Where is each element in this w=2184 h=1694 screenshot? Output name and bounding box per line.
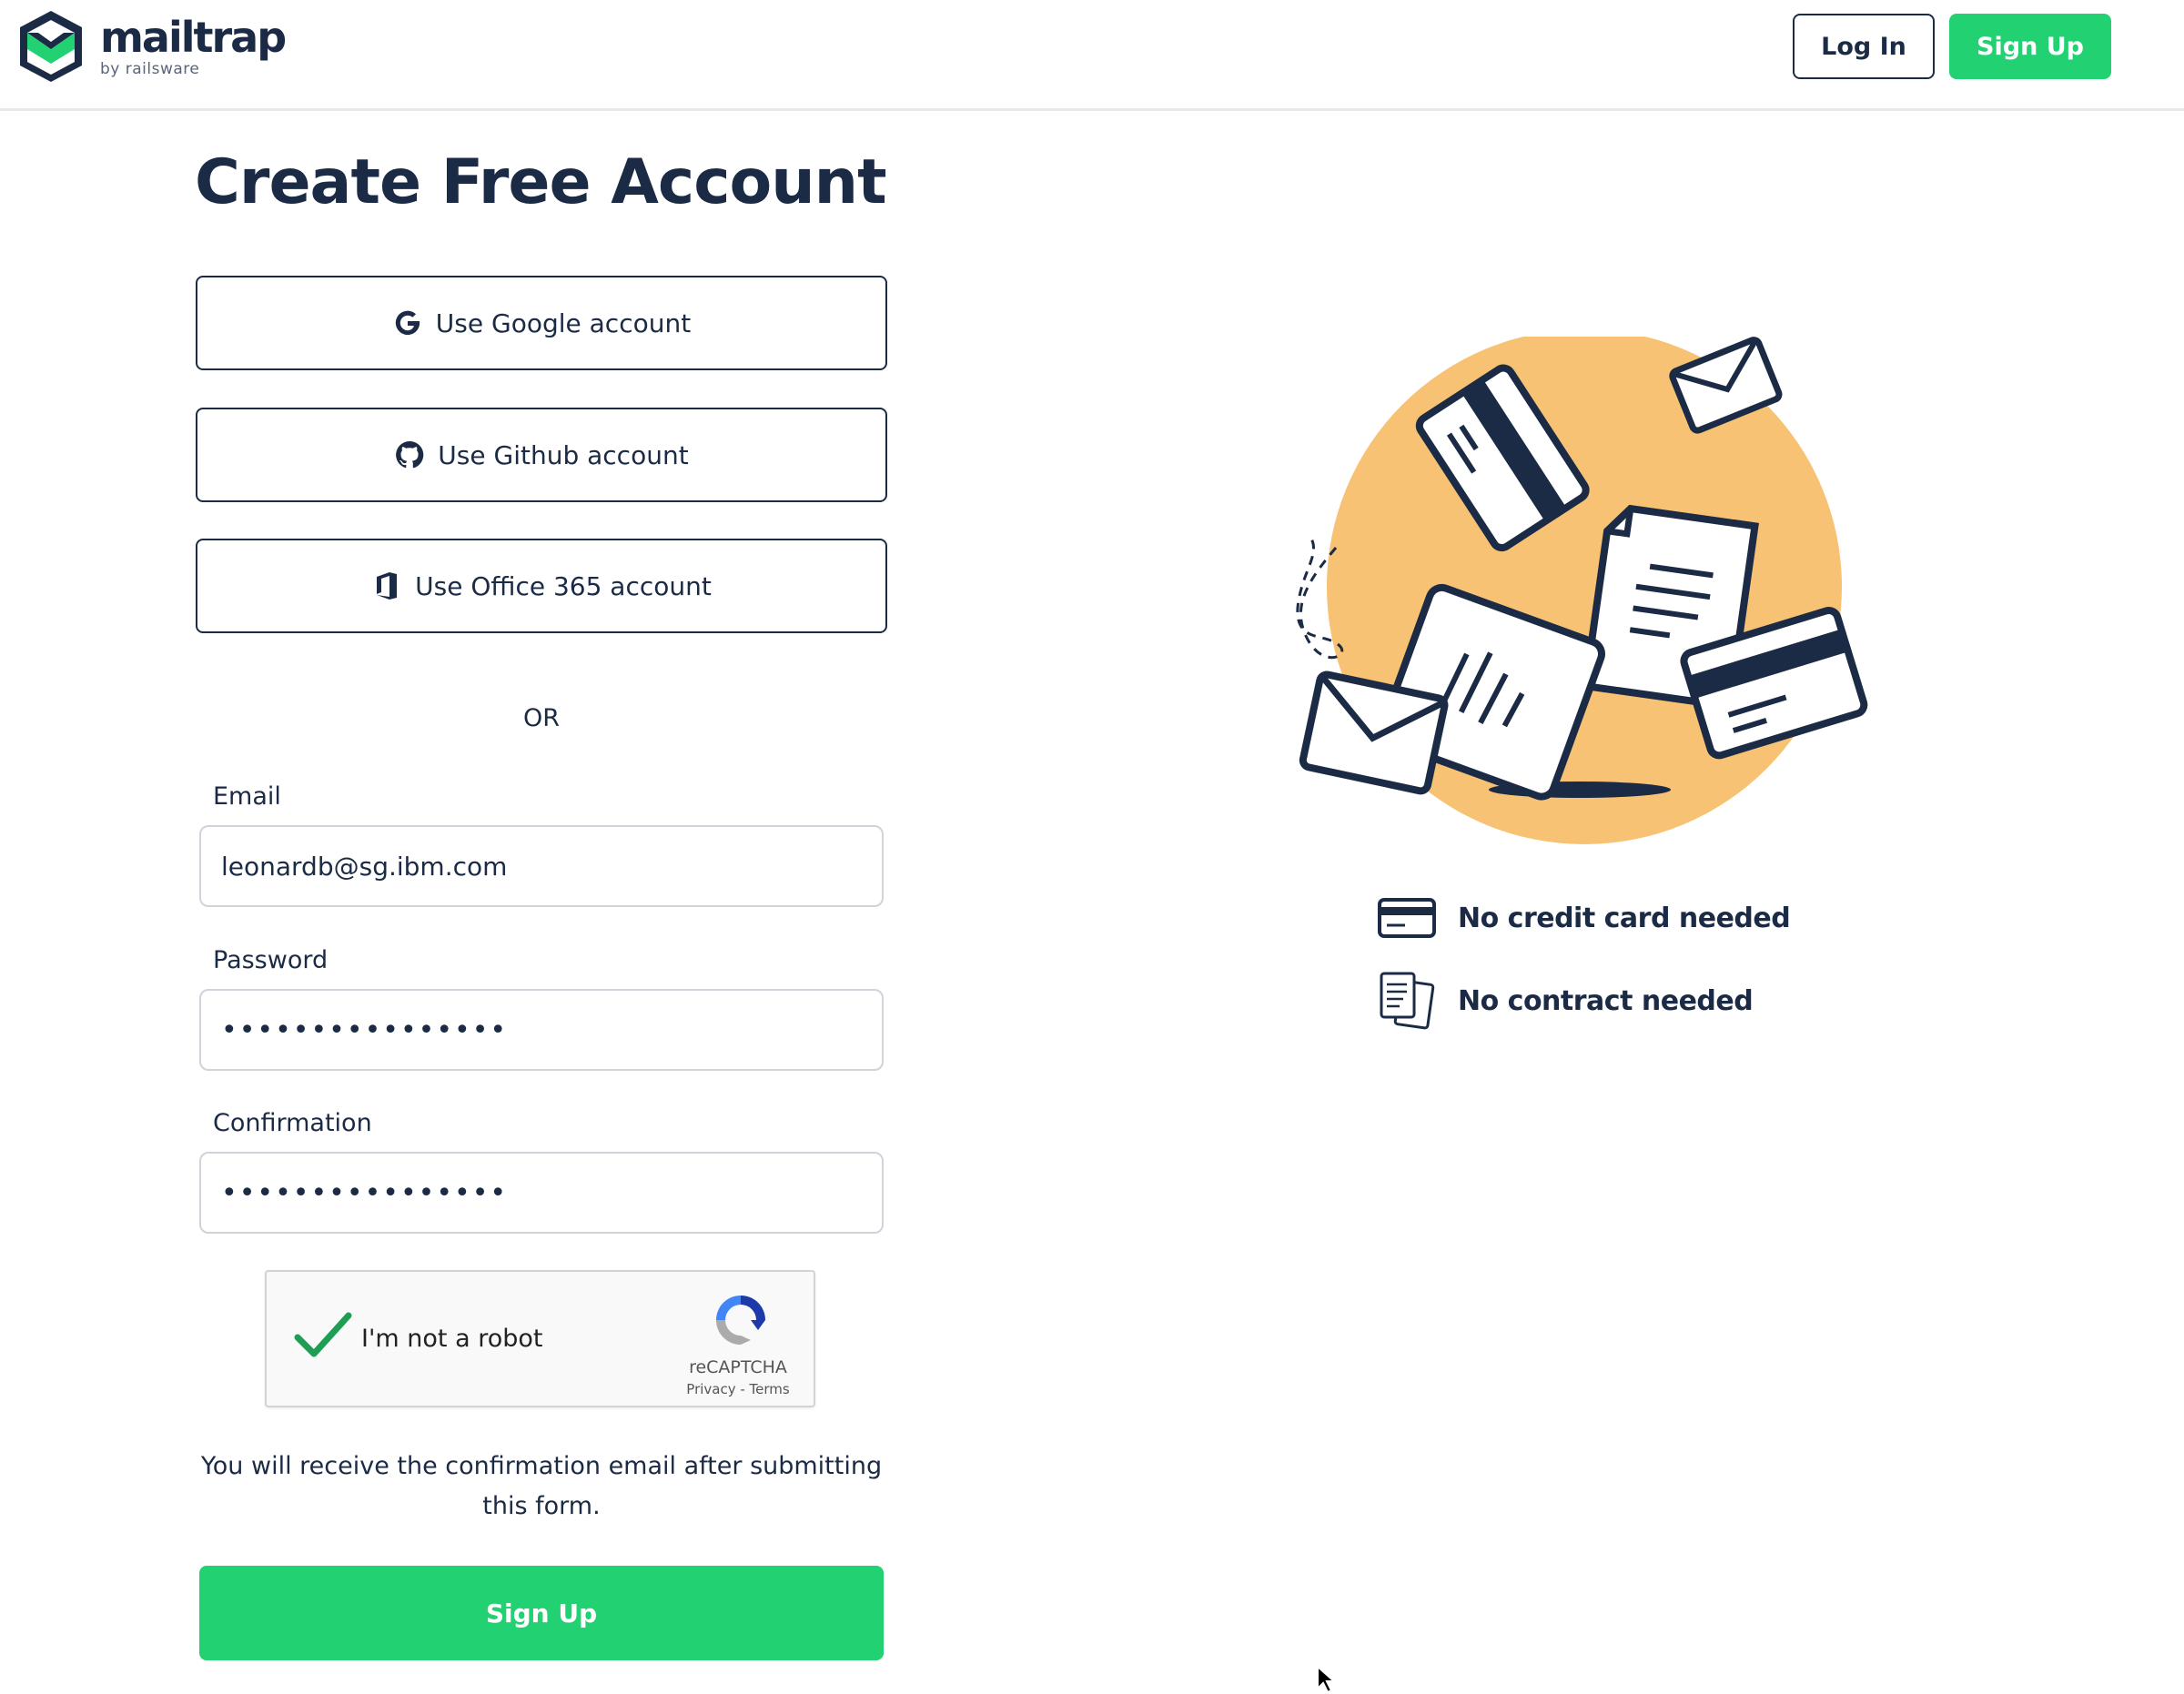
top-header: mailtrap by railsware Log In Sign Up — [0, 0, 2184, 111]
password-field[interactable] — [199, 989, 884, 1071]
google-signup-label: Use Google account — [435, 308, 692, 338]
confirmation-note: You will receive the confirmation email … — [200, 1452, 883, 1520]
logo-wordmark: mailtrap — [100, 13, 287, 62]
page-title: Create Free Account — [195, 146, 887, 218]
logo-byline: by railsware — [100, 60, 200, 78]
header-signup-button[interactable]: Sign Up — [1949, 14, 2111, 79]
confirmation-field[interactable] — [199, 1152, 884, 1234]
office-icon — [371, 570, 402, 601]
benefit-no-contract: No contract needed — [1376, 970, 1754, 1032]
captcha-label: I'm not a robot — [361, 1325, 543, 1353]
google-icon — [392, 308, 423, 338]
mailtrap-logo[interactable]: mailtrap by railsware — [16, 9, 287, 84]
benefit-no-credit-card-text: No credit card needed — [1458, 902, 1791, 934]
github-signup-label: Use Github account — [438, 439, 689, 470]
credit-card-icon — [1378, 898, 1436, 938]
office365-signup-button[interactable]: Use Office 365 account — [196, 539, 887, 633]
captcha-privacy-terms-links[interactable]: Privacy - Terms — [674, 1381, 802, 1397]
benefit-no-contract-text: No contract needed — [1458, 984, 1754, 1017]
office365-signup-label: Use Office 365 account — [415, 570, 712, 601]
documents-icon — [1380, 972, 1435, 1030]
google-signup-button[interactable]: Use Google account — [196, 276, 887, 370]
email-label: Email — [213, 782, 281, 811]
recaptcha-widget: I'm not a robot reCAPTCHA Privacy - Term… — [265, 1270, 815, 1407]
github-icon — [394, 439, 425, 470]
header-login-button[interactable]: Log In — [1793, 14, 1935, 79]
github-signup-button[interactable]: Use Github account — [196, 408, 887, 502]
recaptcha-logo-icon — [716, 1296, 765, 1345]
envelopes-illustration — [1296, 337, 1868, 844]
benefit-no-credit-card: No credit card needed — [1376, 887, 1791, 949]
captcha-checkmark-icon[interactable] — [294, 1310, 352, 1361]
or-divider: OR — [522, 704, 560, 732]
mailtrap-logo-icon — [20, 11, 82, 82]
signup-submit-button[interactable]: Sign Up — [199, 1566, 884, 1660]
email-field[interactable] — [199, 825, 884, 907]
mouse-cursor-icon — [1317, 1665, 1337, 1694]
captcha-brand: reCAPTCHA — [689, 1357, 787, 1377]
password-label: Password — [213, 946, 329, 974]
confirmation-label: Confirmation — [213, 1109, 372, 1137]
